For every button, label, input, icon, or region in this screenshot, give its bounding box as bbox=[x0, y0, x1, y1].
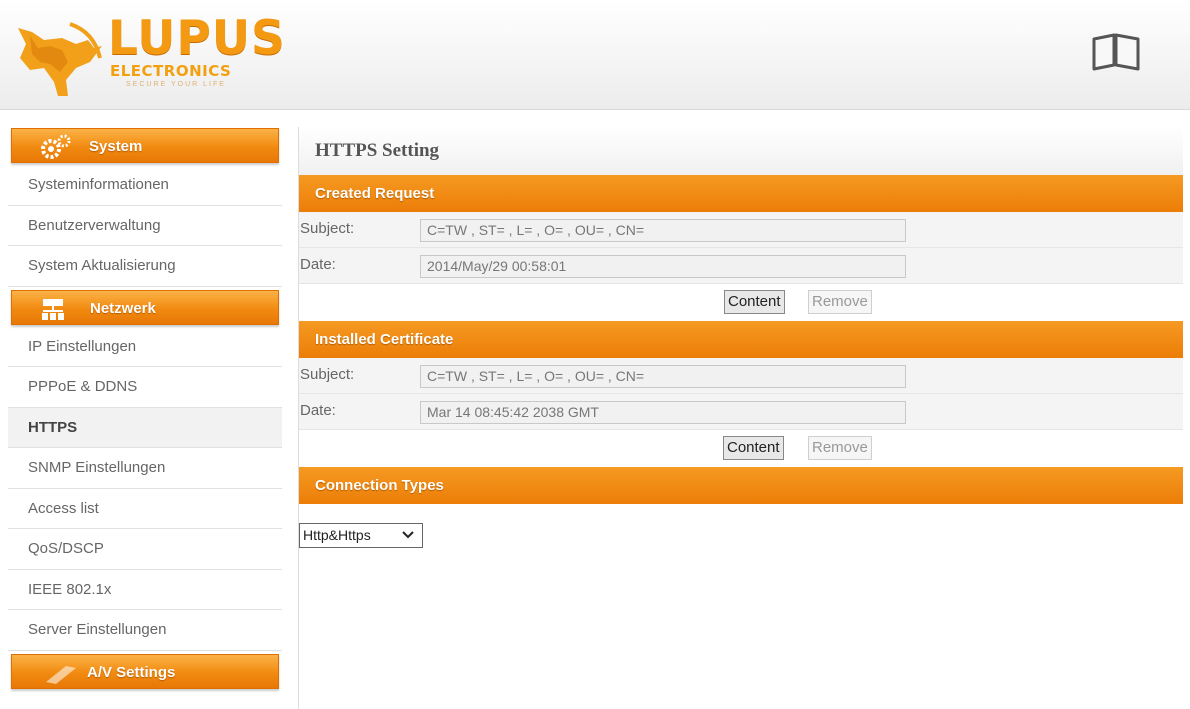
created-request-date-field: 2014/May/29 00:58:01 bbox=[420, 255, 906, 278]
sidebar-item-system-aktualisierung[interactable]: System Aktualisierung bbox=[8, 246, 282, 287]
installed-certificate-subject-field: C=TW , ST= , L= , O= , OU= , CN= bbox=[420, 365, 906, 388]
connection-type-selected-value: Http&Https bbox=[303, 527, 371, 543]
section-title-av-settings: A/V Settings bbox=[87, 663, 176, 681]
main-content: HTTPS Setting Created Request Subject: C… bbox=[298, 127, 1183, 709]
installed-certificate-actions: Content Remove bbox=[299, 430, 1183, 467]
chevron-down-icon bbox=[402, 531, 414, 539]
brand-tagline: SECURE YOUR LIFE bbox=[126, 81, 226, 88]
installed-certificate-header: Installed Certificate bbox=[299, 321, 1183, 358]
sidebar-item-ip-einstellungen[interactable]: IP Einstellungen bbox=[8, 326, 282, 367]
sidebar-section-av-settings[interactable]: A/V Settings bbox=[8, 651, 282, 691]
wolf-logo-icon bbox=[18, 22, 102, 96]
section-title-system: System bbox=[89, 138, 143, 155]
installed-certificate-remove-button[interactable]: Remove bbox=[808, 436, 872, 460]
sidebar-item-ieee-8021x[interactable]: IEEE 802.1x bbox=[8, 569, 282, 610]
installed-certificate-date-field: Mar 14 08:45:42 2038 GMT bbox=[420, 401, 906, 424]
date-label: Date: bbox=[300, 256, 336, 273]
sidebar-section-netzwerk[interactable]: Netzwerk bbox=[8, 287, 282, 327]
created-request-subject-row: Subject: C=TW , ST= , L= , O= , OU= , CN… bbox=[299, 212, 1183, 248]
sidebar: System Systeminformationen Benutzerverwa… bbox=[8, 125, 282, 691]
header: LUPUS ELECTRONICS SECURE YOUR LIFE bbox=[0, 0, 1190, 110]
sidebar-item-access-list[interactable]: Access list bbox=[8, 488, 282, 529]
connection-type-select[interactable]: Http&Https bbox=[299, 523, 423, 548]
installed-certificate-content-button[interactable]: Content bbox=[723, 436, 784, 460]
sidebar-section-system[interactable]: System bbox=[8, 125, 282, 165]
subject-label: Subject: bbox=[300, 220, 355, 237]
sidebar-item-qos-dscp[interactable]: QoS/DSCP bbox=[8, 529, 282, 570]
gear-icon bbox=[41, 134, 71, 159]
sidebar-item-systeminformationen[interactable]: Systeminformationen bbox=[8, 165, 282, 206]
created-request-subject-field: C=TW , ST= , L= , O= , OU= , CN= bbox=[420, 219, 906, 242]
created-request-content-button[interactable]: Content bbox=[724, 290, 785, 314]
sidebar-item-https[interactable]: HTTPS bbox=[8, 407, 282, 448]
brand-name: LUPUS bbox=[108, 11, 286, 66]
network-icon bbox=[42, 298, 64, 320]
brand-sub: ELECTRONICS bbox=[110, 62, 232, 80]
sidebar-item-pppoe-ddns[interactable]: PPPoE & DDNS bbox=[8, 367, 282, 408]
created-request-actions: Content Remove bbox=[299, 284, 1183, 321]
created-request-remove-button[interactable]: Remove bbox=[808, 290, 872, 314]
subject-label: Subject: bbox=[300, 366, 355, 383]
sidebar-item-snmp-einstellungen[interactable]: SNMP Einstellungen bbox=[8, 448, 282, 489]
connection-types-header: Connection Types bbox=[299, 467, 1183, 504]
lupus-logo: LUPUS ELECTRONICS SECURE YOUR LIFE bbox=[10, 14, 290, 96]
created-request-header: Created Request bbox=[299, 175, 1183, 212]
created-request-date-row: Date: 2014/May/29 00:58:01 bbox=[299, 248, 1183, 284]
page-title: HTTPS Setting bbox=[299, 127, 1183, 175]
date-label: Date: bbox=[300, 402, 336, 419]
av-icon bbox=[46, 665, 76, 684]
section-title-netzwerk: Netzwerk bbox=[90, 299, 156, 317]
sidebar-item-server-einstellungen[interactable]: Server Einstellungen bbox=[8, 610, 282, 651]
layout-toggle-icon[interactable] bbox=[1090, 31, 1142, 73]
installed-certificate-date-row: Date: Mar 14 08:45:42 2038 GMT bbox=[299, 394, 1183, 430]
installed-certificate-subject-row: Subject: C=TW , ST= , L= , O= , OU= , CN… bbox=[299, 358, 1183, 394]
sidebar-item-benutzerverwaltung[interactable]: Benutzerverwaltung bbox=[8, 205, 282, 246]
